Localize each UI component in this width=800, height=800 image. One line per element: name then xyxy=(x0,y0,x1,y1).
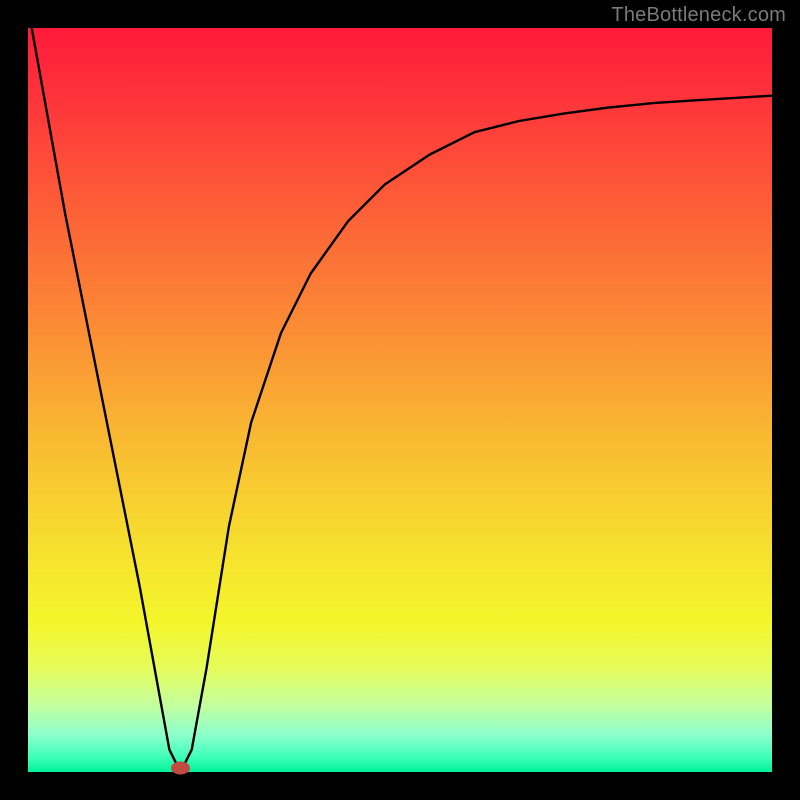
watermark-text: TheBottleneck.com xyxy=(611,4,786,27)
bottleneck-curve-path xyxy=(32,28,772,772)
bottleneck-curve-svg xyxy=(28,28,772,772)
minimum-marker xyxy=(172,762,190,774)
plot-area xyxy=(28,28,772,772)
